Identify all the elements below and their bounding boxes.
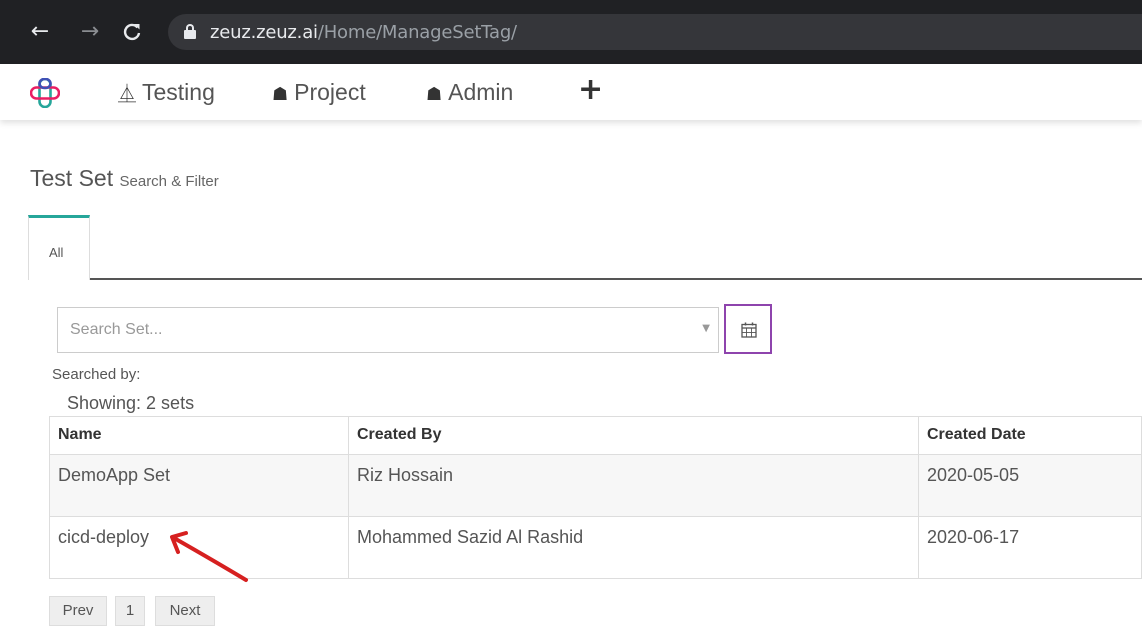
logo-icon (29, 77, 61, 109)
url-path: /Home/ManageSetTag/ (317, 22, 517, 43)
forward-button[interactable]: → (76, 18, 104, 46)
lock-icon (184, 24, 196, 39)
app-logo[interactable] (29, 77, 61, 109)
user-secret-icon: ☗ (426, 84, 443, 105)
chevron-down-icon[interactable]: ▼ (702, 323, 710, 334)
nav-admin[interactable]: ☗ Admin (426, 74, 513, 110)
arrow-right-icon: → (80, 19, 100, 44)
cell-created-by: Riz Hossain (348, 454, 919, 517)
address-bar[interactable]: zeuz.zeuz.ai/Home/ManageSetTag/ (168, 14, 1142, 50)
calendar-icon (741, 322, 757, 338)
prev-button[interactable]: Prev (49, 596, 107, 626)
column-header-created-date[interactable]: Created Date (918, 416, 1142, 455)
search-set-select[interactable]: ▼ (57, 307, 719, 353)
cell-created-date: 2020-06-17 (918, 516, 1142, 579)
page-subtitle: Search & Filter (119, 173, 219, 190)
sitemap-icon: ☗ (272, 84, 289, 105)
column-header-created-by[interactable]: Created By (348, 416, 919, 455)
calendar-button[interactable] (724, 304, 772, 354)
back-button[interactable]: ← (26, 18, 54, 46)
searched-by-label: Searched by: (52, 366, 141, 383)
page-1-button[interactable]: 1 (115, 596, 145, 626)
table-header-row: Name Created By Created Date (49, 416, 1142, 455)
url-text: zeuz.zeuz.ai/Home/ManageSetTag/ (210, 22, 517, 43)
cell-name[interactable]: DemoApp Set (49, 454, 349, 517)
reload-button[interactable] (118, 18, 146, 46)
search-input[interactable] (58, 308, 678, 352)
nav-project-label: Project (294, 79, 366, 105)
cell-created-by: Mohammed Sazid Al Rashid (348, 516, 919, 579)
url-host: zeuz.zeuz.ai (210, 22, 318, 43)
reload-icon (123, 23, 141, 41)
nav-testing[interactable]: ⏅ Testing (118, 74, 215, 110)
flask-icon: ⏅ (118, 84, 136, 105)
plus-icon: + (578, 72, 604, 107)
showing-count: Showing: 2 sets (67, 393, 195, 413)
cell-created-date: 2020-05-05 (918, 454, 1142, 517)
tab-all-label: All (49, 245, 64, 260)
browser-toolbar: ← → zeuz.zeuz.ai/Home/ManageSetTag/ (0, 0, 1142, 64)
nav-admin-label: Admin (448, 79, 514, 105)
app-navbar: ⏅ Testing ☗ Project ☗ Admin + (0, 64, 1142, 120)
page-title-text: Test Set (30, 165, 114, 191)
page-title: Test Set Search & Filter (30, 165, 219, 192)
add-button[interactable]: + (578, 72, 603, 107)
nav-testing-label: Testing (142, 79, 215, 105)
next-button[interactable]: Next (155, 596, 215, 626)
tab-all[interactable]: All (28, 215, 90, 280)
annotation-arrow-icon (170, 531, 248, 582)
table-row[interactable]: DemoApp Set Riz Hossain 2020-05-05 (49, 454, 1142, 517)
column-header-name[interactable]: Name (49, 416, 349, 455)
tab-divider (89, 278, 1142, 280)
arrow-left-icon: ← (30, 19, 50, 44)
nav-project[interactable]: ☗ Project (272, 74, 366, 110)
